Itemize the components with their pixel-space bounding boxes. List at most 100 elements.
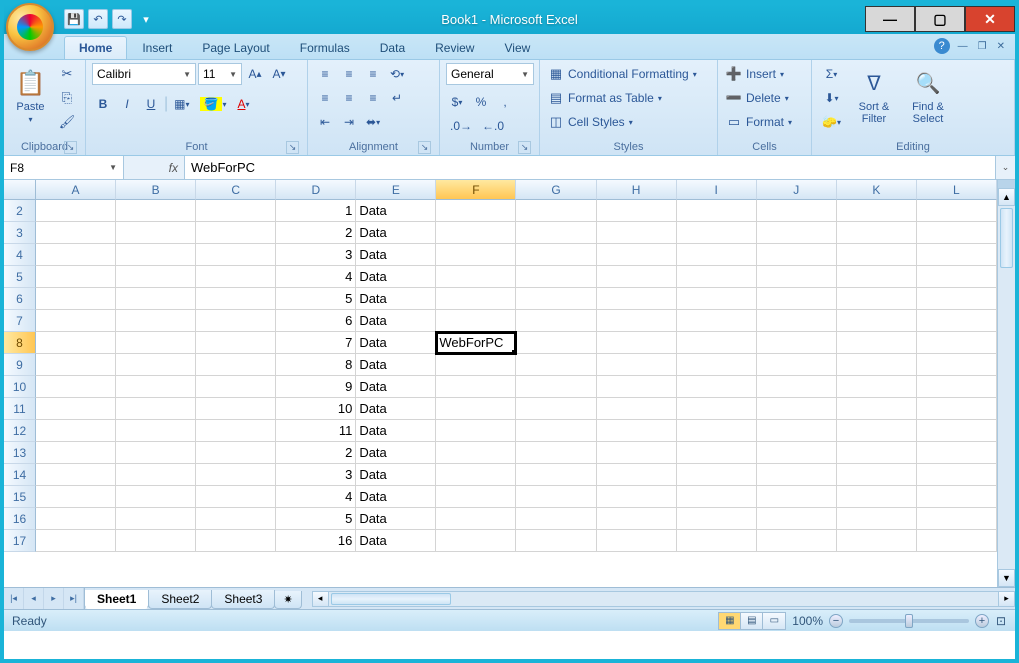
cell[interactable] xyxy=(917,266,997,288)
cell[interactable]: 9 xyxy=(276,376,356,398)
cell[interactable] xyxy=(116,354,196,376)
align-right-button[interactable]: ≡ xyxy=(362,87,384,109)
tab-review[interactable]: Review xyxy=(420,36,489,59)
cell[interactable] xyxy=(36,376,116,398)
sheet-tab[interactable]: Sheet1 xyxy=(84,590,149,609)
cell[interactable] xyxy=(436,420,516,442)
page-layout-view-button[interactable]: ▤ xyxy=(741,613,763,629)
column-header[interactable]: I xyxy=(677,180,757,200)
new-sheet-button[interactable]: ✷ xyxy=(274,591,301,609)
cell[interactable] xyxy=(917,420,997,442)
vscroll-track[interactable] xyxy=(998,206,1015,569)
scroll-left-button[interactable]: ◂ xyxy=(313,592,329,606)
row-header[interactable]: 11 xyxy=(4,398,36,420)
cell[interactable] xyxy=(196,244,276,266)
cell[interactable] xyxy=(677,530,757,552)
percent-button[interactable]: % xyxy=(470,91,492,113)
cell[interactable] xyxy=(757,508,837,530)
cell[interactable] xyxy=(677,200,757,222)
cell[interactable]: Data xyxy=(356,464,436,486)
cell[interactable] xyxy=(196,332,276,354)
column-header[interactable]: E xyxy=(356,180,436,200)
cell[interactable]: Data xyxy=(356,420,436,442)
cell[interactable]: 4 xyxy=(276,266,356,288)
cell[interactable]: WebForPC xyxy=(436,332,516,354)
cell[interactable] xyxy=(837,244,917,266)
fill-color-button[interactable]: 🪣▾ xyxy=(196,93,231,115)
cell[interactable] xyxy=(36,530,116,552)
cell[interactable]: Data xyxy=(356,398,436,420)
cell[interactable] xyxy=(837,398,917,420)
cell[interactable] xyxy=(597,420,677,442)
cell[interactable]: 2 xyxy=(276,442,356,464)
cell[interactable] xyxy=(196,530,276,552)
cell[interactable] xyxy=(196,420,276,442)
align-middle-button[interactable]: ≡ xyxy=(338,63,360,85)
cell[interactable] xyxy=(917,442,997,464)
cell[interactable] xyxy=(116,442,196,464)
font-launcher[interactable]: ↘ xyxy=(286,141,299,154)
cell[interactable] xyxy=(917,200,997,222)
row-header[interactable]: 14 xyxy=(4,464,36,486)
cell[interactable] xyxy=(757,266,837,288)
zoom-thumb[interactable] xyxy=(905,614,913,628)
column-header[interactable]: J xyxy=(757,180,837,200)
cell[interactable] xyxy=(917,530,997,552)
cell[interactable] xyxy=(116,332,196,354)
scroll-up-button[interactable]: ▲ xyxy=(998,188,1015,206)
cell[interactable] xyxy=(116,222,196,244)
column-header[interactable]: A xyxy=(36,180,116,200)
cell[interactable] xyxy=(196,200,276,222)
cell[interactable]: 8 xyxy=(276,354,356,376)
cut-button[interactable]: ✂ xyxy=(55,63,79,85)
cell[interactable] xyxy=(837,508,917,530)
cell[interactable]: 3 xyxy=(276,244,356,266)
hscroll-thumb[interactable] xyxy=(331,593,451,605)
office-button[interactable] xyxy=(6,3,54,51)
column-header[interactable]: G xyxy=(516,180,596,200)
cell[interactable] xyxy=(837,266,917,288)
page-break-view-button[interactable]: ▭ xyxy=(763,613,785,629)
cell[interactable] xyxy=(917,244,997,266)
column-header[interactable]: F xyxy=(436,180,516,200)
cell[interactable]: 4 xyxy=(276,486,356,508)
cell[interactable] xyxy=(837,530,917,552)
merge-button[interactable]: ⬌▾ xyxy=(362,111,384,133)
italic-button[interactable]: I xyxy=(116,93,138,115)
cell[interactable] xyxy=(36,420,116,442)
doc-close-button[interactable]: ✕ xyxy=(995,41,1007,52)
cell[interactable] xyxy=(677,508,757,530)
fx-icon[interactable]: fx xyxy=(169,161,178,175)
cell[interactable] xyxy=(597,442,677,464)
cell[interactable] xyxy=(36,266,116,288)
cell[interactable] xyxy=(516,420,596,442)
cell[interactable]: Data xyxy=(356,244,436,266)
cell[interactable] xyxy=(837,376,917,398)
cell[interactable] xyxy=(436,266,516,288)
cell[interactable] xyxy=(516,464,596,486)
ribbon-minimize-button[interactable]: — xyxy=(956,41,970,52)
cell[interactable] xyxy=(837,222,917,244)
cell[interactable] xyxy=(516,310,596,332)
cell[interactable] xyxy=(196,266,276,288)
cell[interactable] xyxy=(677,222,757,244)
cell[interactable] xyxy=(116,508,196,530)
cell[interactable] xyxy=(436,376,516,398)
cell[interactable] xyxy=(757,310,837,332)
cell[interactable]: 5 xyxy=(276,508,356,530)
find-select-button[interactable]: 🔍 Find & Select xyxy=(903,63,953,125)
cell[interactable] xyxy=(436,508,516,530)
cell[interactable] xyxy=(597,530,677,552)
column-header[interactable]: B xyxy=(116,180,196,200)
cell[interactable] xyxy=(196,288,276,310)
cell[interactable] xyxy=(597,310,677,332)
cell[interactable] xyxy=(196,222,276,244)
cell[interactable]: Data xyxy=(356,200,436,222)
align-left-button[interactable]: ≡ xyxy=(314,87,336,109)
sort-filter-button[interactable]: ᐁ Sort & Filter xyxy=(849,63,899,125)
cell[interactable] xyxy=(196,508,276,530)
number-format-combo[interactable]: General▼ xyxy=(446,63,534,85)
cell[interactable] xyxy=(36,354,116,376)
cell[interactable] xyxy=(677,442,757,464)
cell[interactable] xyxy=(36,332,116,354)
